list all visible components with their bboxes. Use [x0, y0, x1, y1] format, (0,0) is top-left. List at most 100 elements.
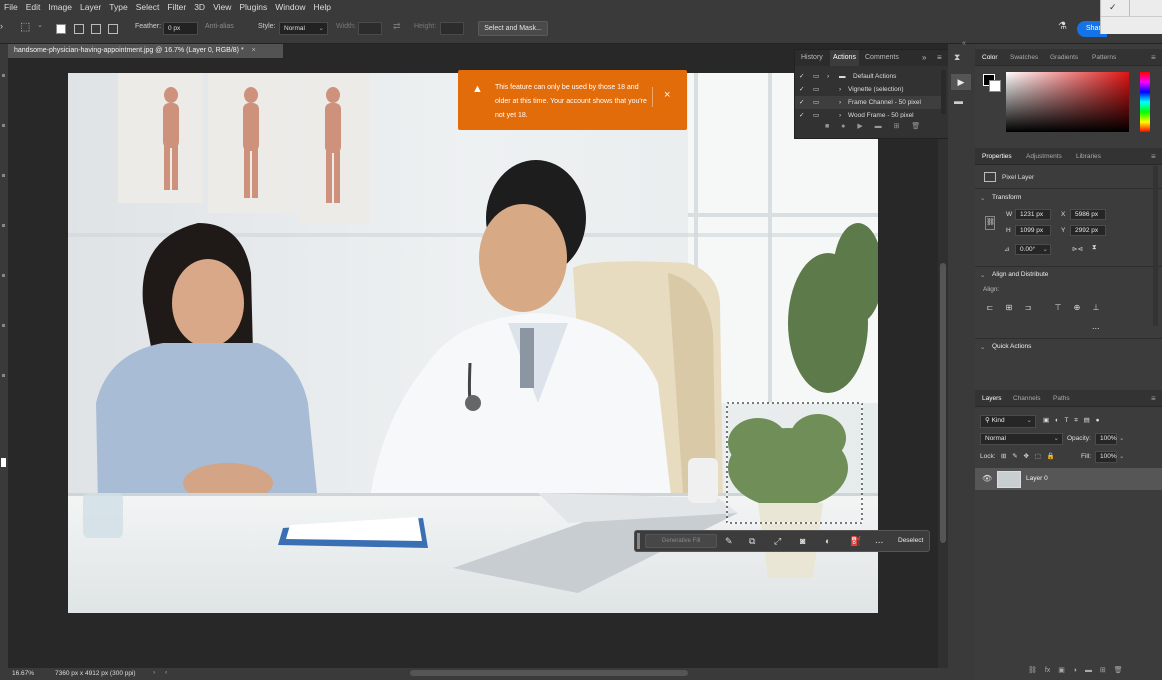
tool-icon[interactable] — [2, 274, 5, 277]
chevron-down-icon[interactable]: ⌄ — [980, 343, 985, 351]
action-row[interactable]: ✓ ▭ › Vignette (selection) — [795, 83, 943, 96]
fill-icon[interactable]: ⛽ — [850, 536, 861, 547]
width-input[interactable] — [358, 22, 382, 35]
vertical-scrollbar[interactable] — [938, 58, 948, 668]
tool-icon[interactable] — [2, 374, 5, 377]
tool-icon[interactable] — [2, 324, 5, 327]
menu-image[interactable]: Image — [44, 0, 76, 14]
tab-channels[interactable]: Channels — [1013, 390, 1040, 407]
comments-icon[interactable]: ▬ — [954, 96, 963, 106]
marquee-tool-icon[interactable]: ⬚ — [20, 20, 30, 33]
deselect-button[interactable]: Deselect — [898, 537, 923, 544]
mask-icon[interactable]: ◙ — [800, 536, 805, 546]
height-input[interactable] — [440, 22, 464, 35]
swap-icon[interactable]: ⇄ — [393, 21, 401, 32]
hue-slider[interactable] — [1140, 72, 1150, 132]
adjust-icon[interactable]: ◐ — [825, 536, 830, 546]
document-tab[interactable]: handsome-physician-having-appointment.jp… — [8, 44, 283, 58]
brush-icon[interactable]: ✎ — [725, 536, 733, 547]
background-swatch[interactable] — [989, 80, 1001, 92]
tab-layers[interactable]: Layers — [982, 390, 1002, 407]
horizontal-scroll-thumb[interactable] — [410, 670, 688, 676]
close-icon[interactable]: × — [252, 47, 256, 54]
menu-type[interactable]: Type — [105, 0, 131, 14]
tool-arrow-icon[interactable]: › — [0, 21, 3, 31]
more-icon[interactable]: ... — [1092, 321, 1100, 331]
actions-icon[interactable]: ▶ — [951, 74, 971, 90]
menu-window[interactable]: Window — [271, 0, 309, 14]
tab-color[interactable]: Color — [982, 49, 998, 66]
intersect-selection-icon[interactable] — [108, 24, 118, 34]
flip-vertical-icon[interactable]: ⧗ — [1092, 244, 1097, 252]
scroll-thumb[interactable] — [940, 263, 946, 543]
chevron-down-icon[interactable]: ⌄ — [980, 194, 985, 202]
antialias-checkbox[interactable]: Anti-alias — [205, 23, 234, 30]
layer-footer-controls[interactable]: ⛓ fx ▣ ◑ ▬ ⊞ 🗑 — [1028, 666, 1123, 674]
align-center-icon[interactable]: ⊞ — [1004, 303, 1014, 313]
check-icon[interactable]: ✓ — [1109, 2, 1117, 13]
visibility-eye-icon[interactable]: 👁 — [982, 474, 992, 483]
align-left-icon[interactable]: ⊏ — [985, 303, 995, 313]
chevron-down-icon[interactable]: ⌄ — [980, 271, 985, 279]
lock-icons[interactable]: ⊞ ✎ ✥ ⬚ 🔒 — [1001, 452, 1055, 460]
x-field[interactable]: 5986 px — [1070, 209, 1106, 220]
menu-edit[interactable]: Edit — [22, 0, 45, 14]
align-right-icon[interactable]: ⊐ — [1023, 303, 1033, 313]
tab-swatches[interactable]: Swatches — [1010, 49, 1038, 66]
select-and-mask-button[interactable]: Select and Mask... — [478, 21, 548, 36]
menu-file[interactable]: File — [0, 0, 22, 14]
tool-icon[interactable] — [2, 224, 5, 227]
add-selection-icon[interactable] — [74, 24, 84, 34]
flask-icon[interactable]: ⚗ — [1058, 21, 1067, 32]
layer-name[interactable]: Layer 0 — [1026, 475, 1048, 482]
panel-scrollbar[interactable] — [1153, 166, 1158, 326]
y-field[interactable]: 2992 px — [1070, 225, 1106, 236]
chevron-down-icon[interactable]: ⌄ — [1119, 434, 1124, 442]
collapse-icon[interactable]: » — [922, 50, 926, 66]
tab-comments[interactable]: Comments — [865, 50, 899, 66]
menu-select[interactable]: Select — [132, 0, 164, 14]
feather-input[interactable]: 0 px — [163, 22, 198, 35]
subject-icon[interactable]: ⧉ — [749, 536, 755, 547]
tab-adjustments[interactable]: Adjustments — [1026, 148, 1062, 165]
align-top-icon[interactable]: ⊤ — [1053, 303, 1063, 313]
chevron-down-icon[interactable]: ⌄ — [37, 21, 43, 29]
menu-layer[interactable]: Layer — [76, 0, 105, 14]
menu-icon[interactable]: ≡ — [1151, 49, 1156, 66]
new-selection-icon[interactable] — [56, 24, 66, 34]
menu-icon[interactable]: ≡ — [1151, 148, 1156, 165]
style-select[interactable]: Normal ⌄ — [279, 22, 328, 35]
tab-gradients[interactable]: Gradients — [1050, 49, 1078, 66]
generative-fill-button[interactable]: Generative Fill — [645, 534, 717, 548]
foreground-color-swatch[interactable] — [1, 458, 6, 467]
tab-history[interactable]: History — [801, 50, 823, 66]
tool-icon[interactable] — [2, 124, 5, 127]
flip-horizontal-icon[interactable]: ⊳⊲ — [1072, 245, 1083, 253]
menu-icon[interactable]: ≡ — [937, 50, 942, 66]
tool-icon[interactable] — [2, 174, 5, 177]
menu-3d[interactable]: 3D — [190, 0, 209, 14]
blend-mode-select[interactable]: Normal ⌄ — [980, 433, 1063, 445]
align-middle-icon[interactable]: ⊕ — [1072, 303, 1082, 313]
menu-view[interactable]: View — [209, 0, 235, 14]
menu-plugins[interactable]: Plugins — [235, 0, 271, 14]
height-field[interactable]: 1099 px — [1015, 225, 1051, 236]
opacity-field[interactable]: 100% — [1095, 433, 1117, 445]
chevron-right-icon[interactable]: › — [153, 669, 155, 676]
tab-properties[interactable]: Properties — [982, 148, 1012, 165]
tab-paths[interactable]: Paths — [1053, 390, 1070, 407]
layer-row[interactable]: 👁 Layer 0 — [975, 468, 1162, 490]
action-controls[interactable]: ■ ● ▶ ▬ ⊞ 🗑 — [825, 122, 920, 130]
zoom-level[interactable]: 16.67% — [12, 670, 34, 677]
tab-patterns[interactable]: Patterns — [1092, 49, 1116, 66]
close-icon[interactable]: × — [664, 90, 670, 101]
angle-field[interactable]: 0.00° ⌄ — [1015, 244, 1051, 255]
fill-field[interactable]: 100% — [1095, 451, 1117, 463]
subtract-selection-icon[interactable] — [91, 24, 101, 34]
more-icon[interactable]: ... — [875, 535, 883, 546]
action-row[interactable]: ✓ ▭ › ▬ Default Actions — [795, 70, 943, 83]
quick-actions-title[interactable]: Quick Actions — [992, 343, 1031, 350]
align-title[interactable]: Align and Distribute — [992, 271, 1048, 278]
action-row[interactable]: ✓ ▭ › Wood Frame - 50 pixel — [795, 109, 943, 118]
panel-scrollbar[interactable] — [941, 70, 946, 114]
